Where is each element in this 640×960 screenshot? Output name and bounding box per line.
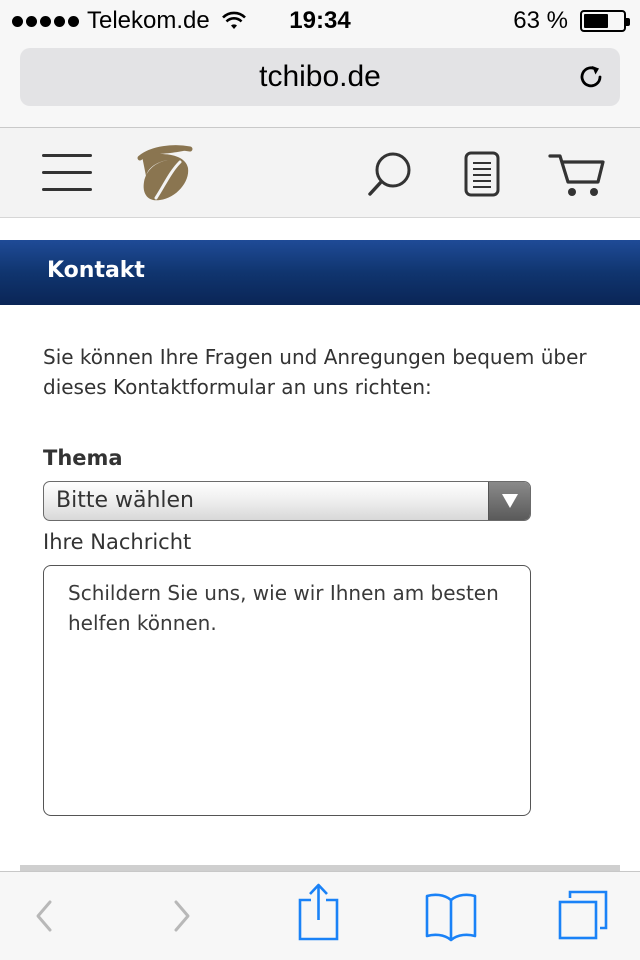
tchibo-logo[interactable] — [134, 142, 198, 204]
status-bar: Telekom.de 19:34 63 % — [0, 0, 640, 40]
search-icon[interactable] — [366, 150, 414, 200]
share-icon[interactable] — [296, 872, 342, 960]
page-banner: Kontakt — [0, 240, 640, 305]
url-text[interactable]: tchibo.de — [20, 60, 620, 94]
battery-percent: 63 % — [513, 7, 568, 34]
tabs-icon[interactable] — [556, 872, 610, 960]
topic-selected-value: Bitte wählen — [56, 488, 194, 513]
cart-icon[interactable] — [548, 150, 606, 200]
chevron-down-icon — [502, 494, 518, 508]
back-icon[interactable] — [28, 872, 60, 960]
topic-select[interactable]: Bitte wählen — [43, 481, 531, 521]
browser-address-area: tchibo.de — [0, 40, 640, 128]
battery-fill — [584, 14, 608, 28]
list-icon[interactable] — [463, 150, 503, 200]
intro-text: Sie können Ihre Fragen und Anregungen be… — [43, 345, 587, 399]
browser-toolbar — [0, 871, 640, 960]
bookmarks-icon[interactable] — [424, 872, 478, 960]
battery-icon — [580, 10, 630, 32]
message-label: Ihre Nachricht — [43, 530, 192, 554]
select-arrow-button[interactable] — [488, 482, 530, 520]
topic-label: Thema — [43, 446, 123, 470]
site-header — [0, 128, 640, 218]
page-title: Kontakt — [47, 258, 145, 283]
menu-icon[interactable] — [42, 154, 94, 192]
message-textarea[interactable]: Schildern Sie uns, wie wir Ihnen am best… — [43, 565, 531, 816]
forward-icon[interactable] — [166, 872, 198, 960]
address-bar[interactable]: tchibo.de — [20, 48, 620, 106]
message-placeholder: Schildern Sie uns, wie wir Ihnen am best… — [68, 581, 499, 635]
status-right: 63 % — [513, 7, 630, 34]
reload-icon[interactable] — [576, 62, 606, 92]
